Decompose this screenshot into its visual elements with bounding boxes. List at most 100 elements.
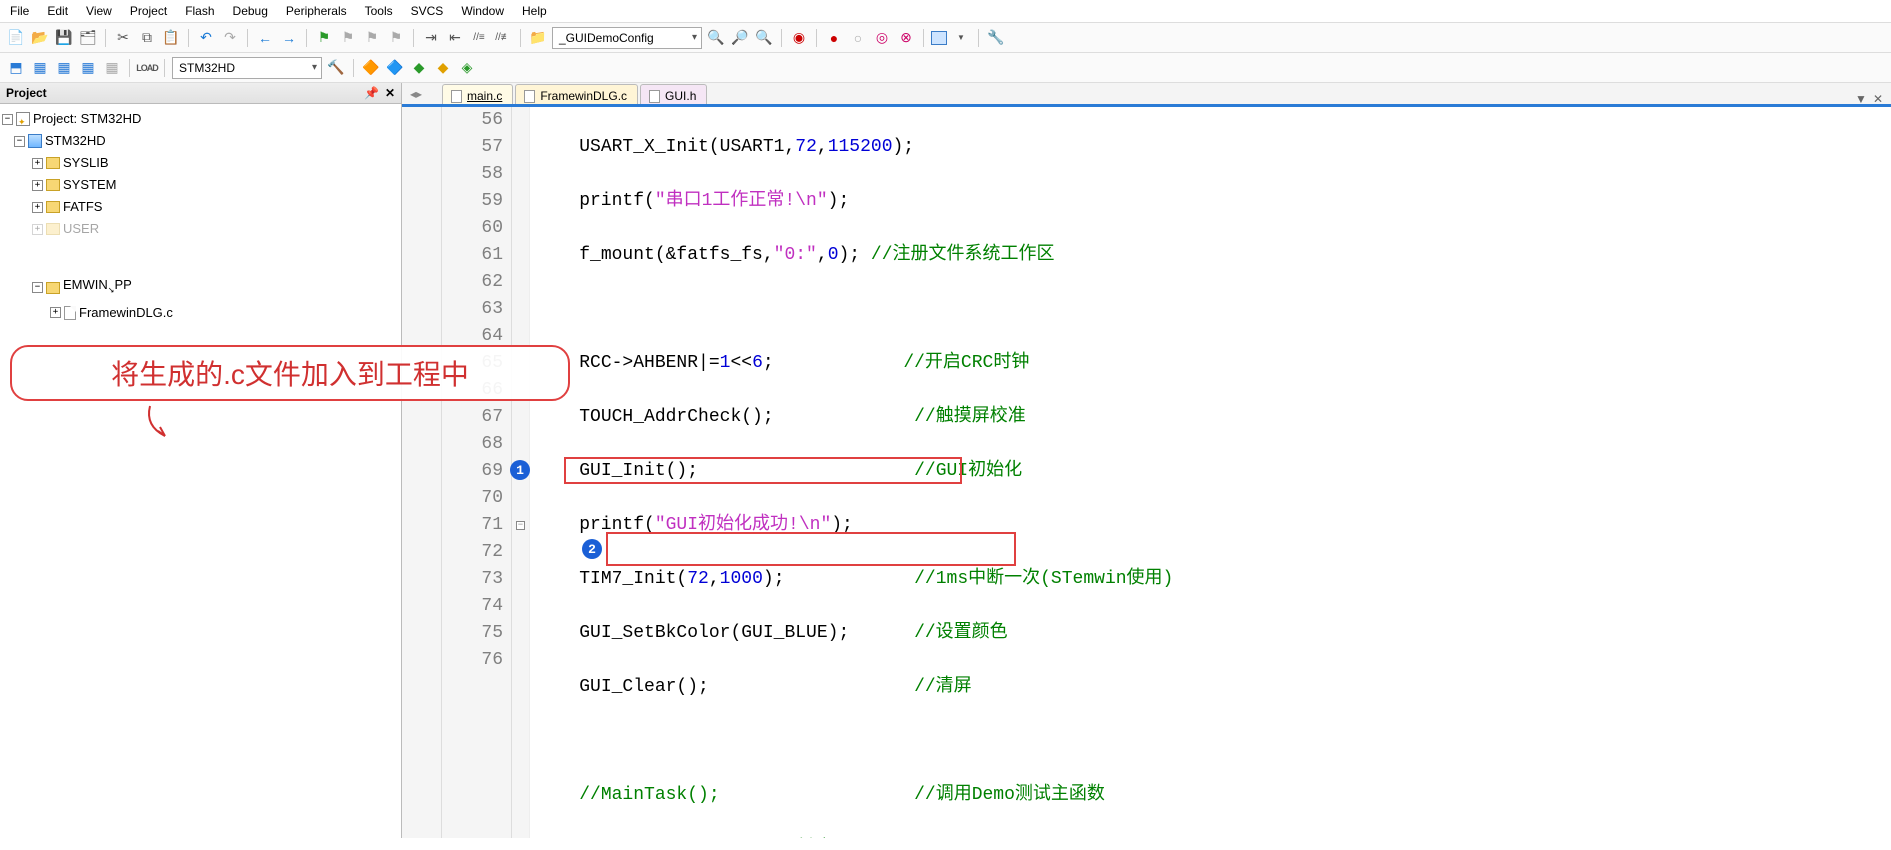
menu-debug[interactable]: Debug [233, 4, 268, 18]
runtime-env-icon[interactable]: ◆ [433, 58, 453, 78]
bookmark-next-icon[interactable]: ⚑ [362, 28, 382, 48]
pin-icon[interactable]: 📌 [364, 86, 379, 100]
menu-svcs[interactable]: SVCS [411, 4, 444, 18]
menu-help[interactable]: Help [522, 4, 547, 18]
hfile-icon [649, 90, 660, 103]
code-text[interactable]: USART_X_Init(USART1,72,115200); printf("… [530, 107, 1891, 838]
tab-main-c[interactable]: main.c [442, 84, 513, 106]
indent-icon[interactable]: ⇥ [421, 28, 441, 48]
download-icon[interactable]: LOAD [137, 58, 157, 78]
bookmark-icon[interactable]: ⚑ [314, 28, 334, 48]
find-next-icon[interactable]: 🔎 [730, 28, 750, 48]
new-file-icon[interactable]: 📄 [6, 28, 26, 48]
tree-project-root[interactable]: − Project: STM32HD [2, 108, 401, 130]
cut-icon[interactable]: ✂ [113, 28, 133, 48]
tree-group-system[interactable]: + SYSTEM [2, 174, 401, 196]
cfile-icon [524, 90, 535, 103]
project-icon [16, 112, 30, 126]
tab-framewindlg-c[interactable]: FramewinDLG.c [515, 84, 638, 106]
target-options-icon[interactable]: 🔨 [326, 58, 346, 78]
menu-window[interactable]: Window [461, 4, 504, 18]
line-number-gutter: 5657585960616263646566676869707172737475… [442, 107, 512, 838]
configure-icon[interactable]: 🔧 [986, 28, 1006, 48]
menu-peripherals[interactable]: Peripherals [286, 4, 347, 18]
outdent-icon[interactable]: ⇤ [445, 28, 465, 48]
project-tree: − Project: STM32HD − STM32HD + SYSLIB + … [0, 104, 401, 324]
save-icon[interactable]: 💾 [54, 28, 74, 48]
menu-edit[interactable]: Edit [47, 4, 68, 18]
menu-flash[interactable]: Flash [185, 4, 214, 18]
editor-area: ◂▸ main.c FramewinDLG.c GUI.h ▼ ✕ 5 [402, 83, 1891, 838]
debug-start-icon[interactable]: ◉ [789, 28, 809, 48]
tree-group-user-hidden[interactable]: + USER [2, 218, 401, 240]
expand-icon[interactable]: − [14, 136, 25, 147]
incremental-find-icon[interactable]: 🔍 [754, 28, 774, 48]
find-combo[interactable]: _GUIDemoConfig [552, 27, 702, 49]
window-icon[interactable] [931, 31, 947, 45]
build-icon[interactable]: ▦ [30, 58, 50, 78]
stop-build-icon[interactable]: ▦ [102, 58, 122, 78]
manage-icon[interactable]: 🔶 [361, 58, 381, 78]
editor-tabbar: ◂▸ main.c FramewinDLG.c GUI.h ▼ ✕ [402, 83, 1891, 107]
tree-group-emwin[interactable]: − EMWIN↘PP [2, 274, 401, 302]
paste-icon[interactable]: 📋 [161, 28, 181, 48]
toolbar-main: 📄 📂 💾 🗂 ✂ ⧉ 📋 ↶ ↷ ← → ⚑ ⚑ ⚑ ⚑ ⇥ ⇤ //≡ //… [0, 23, 1891, 53]
tab-nav-left-icon[interactable]: ◂▸ [410, 87, 422, 101]
expand-icon[interactable]: + [50, 307, 61, 318]
pack-installer-icon[interactable]: ◆ [409, 58, 429, 78]
menu-project[interactable]: Project [130, 4, 167, 18]
cfile-icon [64, 306, 76, 320]
tree-group-fatfs[interactable]: + FATFS [2, 196, 401, 218]
separator [353, 59, 354, 77]
breakpoint-killall-icon[interactable]: ⊗ [896, 28, 916, 48]
expand-icon[interactable]: + [32, 180, 43, 191]
expand-icon[interactable]: − [2, 114, 13, 125]
rebuild-icon[interactable]: ▦ [54, 58, 74, 78]
manage-target-icon[interactable]: 🔷 [385, 58, 405, 78]
uncomment-icon[interactable]: //≢ [493, 28, 513, 48]
menu-bar: File Edit View Project Flash Debug Perip… [0, 0, 1891, 23]
cfile-icon [451, 90, 462, 103]
tree-file-framewin[interactable]: + FramewinDLG.c [2, 302, 401, 324]
tree-target[interactable]: − STM32HD [2, 130, 401, 152]
translate-icon[interactable]: ⬒ [6, 58, 26, 78]
nav-back-icon[interactable]: ← [255, 28, 275, 48]
annotation-callout: 将生成的.c文件加入到工程中 [10, 345, 570, 401]
close-icon[interactable]: ✕ [385, 86, 395, 100]
find-icon[interactable]: 🔍 [706, 28, 726, 48]
separator [306, 29, 307, 47]
marker-margin[interactable] [402, 107, 442, 838]
dropdown-icon[interactable]: ▼ [951, 28, 971, 48]
breakpoint-kill-icon[interactable]: ◎ [872, 28, 892, 48]
breakpoint-disable-icon[interactable]: ○ [848, 28, 868, 48]
fold-box-icon[interactable]: − [516, 521, 525, 530]
comment-icon[interactable]: //≡ [469, 28, 489, 48]
folder-icon [46, 223, 60, 235]
expand-icon[interactable]: + [32, 158, 43, 169]
menu-tools[interactable]: Tools [365, 4, 393, 18]
bookmark-prev-icon[interactable]: ⚑ [338, 28, 358, 48]
expand-icon[interactable]: + [32, 202, 43, 213]
tab-gui-h[interactable]: GUI.h [640, 84, 707, 106]
menu-file[interactable]: File [10, 4, 29, 18]
tree-group-syslib[interactable]: + SYSLIB [2, 152, 401, 174]
menu-view[interactable]: View [86, 4, 112, 18]
folder-icon [46, 157, 60, 169]
find-files-icon[interactable]: 📁 [528, 28, 548, 48]
expand-icon[interactable]: − [32, 282, 43, 293]
books-icon[interactable]: ◈ [457, 58, 477, 78]
separator [978, 29, 979, 47]
batch-build-icon[interactable]: ▦ [78, 58, 98, 78]
redo-icon[interactable]: ↷ [220, 28, 240, 48]
expand-icon[interactable]: + [32, 224, 43, 235]
breakpoint-icon[interactable]: ● [824, 28, 844, 48]
code-editor[interactable]: 5657585960616263646566676869707172737475… [402, 107, 1891, 838]
nav-fwd-icon[interactable]: → [279, 28, 299, 48]
separator [816, 29, 817, 47]
copy-icon[interactable]: ⧉ [137, 28, 157, 48]
target-combo[interactable]: STM32HD [172, 57, 322, 79]
open-file-icon[interactable]: 📂 [30, 28, 50, 48]
save-all-icon[interactable]: 🗂 [78, 28, 98, 48]
bookmark-clear-icon[interactable]: ⚑ [386, 28, 406, 48]
undo-icon[interactable]: ↶ [196, 28, 216, 48]
